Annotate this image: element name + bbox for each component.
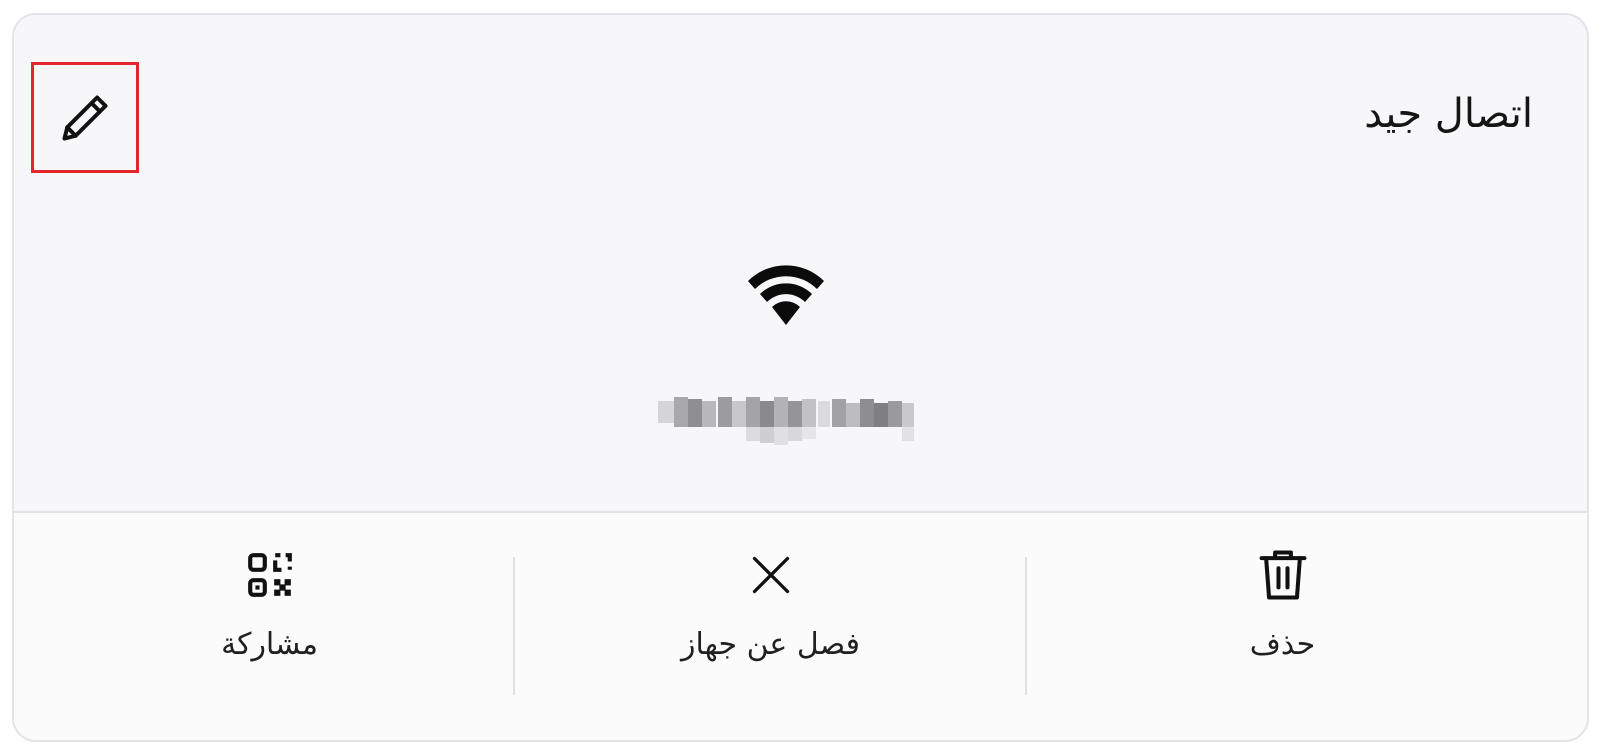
qr-code-icon xyxy=(238,543,302,607)
pencil-icon xyxy=(62,94,108,141)
disconnect-label: فصل عن جهاز xyxy=(681,627,860,662)
wifi-full-icon xyxy=(748,265,824,325)
delete-label: حذف xyxy=(1249,627,1316,662)
network-name-redacted xyxy=(658,397,914,445)
action-bar: مشاركة فصل عن جهاز حذف xyxy=(14,513,1587,740)
disconnect-button[interactable]: فصل عن جهاز xyxy=(515,543,1026,683)
share-button[interactable]: مشاركة xyxy=(14,543,525,683)
share-label: مشاركة xyxy=(221,627,318,662)
delete-button[interactable]: حذف xyxy=(1027,543,1538,683)
network-card: اتصال جيد مشاركة فصل عن جهاز حذف xyxy=(12,13,1589,742)
connection-status-label: اتصال جيد xyxy=(1364,91,1533,137)
close-icon xyxy=(739,543,803,607)
network-details-section: اتصال جيد xyxy=(14,15,1587,511)
trash-icon xyxy=(1251,543,1315,607)
edit-button[interactable] xyxy=(31,62,139,173)
